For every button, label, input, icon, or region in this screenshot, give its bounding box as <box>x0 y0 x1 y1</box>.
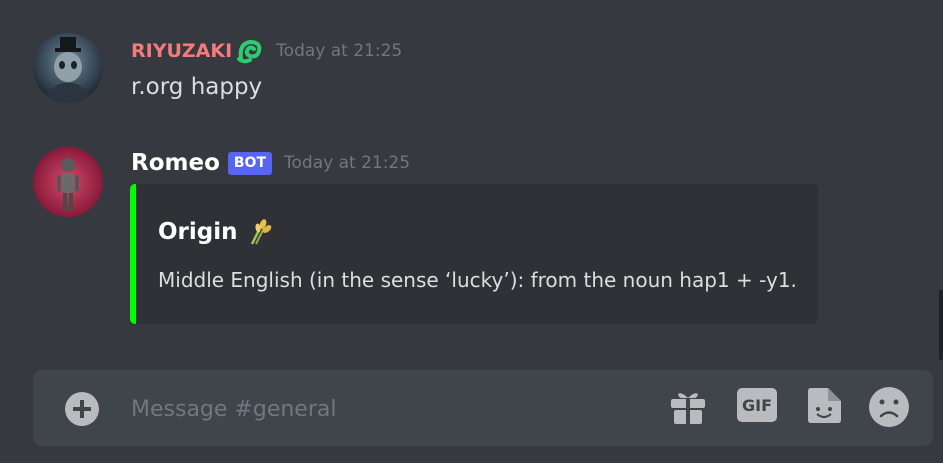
bot-badge: BOT <box>227 151 273 175</box>
embed-title-text: Origin <box>158 219 238 245</box>
green-snake-icon <box>236 38 264 64</box>
embed-title: Origin <box>158 218 272 246</box>
message-input[interactable] <box>129 388 593 430</box>
add-icon[interactable] <box>65 392 99 430</box>
embed: Origin Middle English (in the sense ‘luc… <box>130 184 818 324</box>
author-name[interactable]: Romeo <box>131 150 220 176</box>
avatar-romeo[interactable] <box>33 147 103 217</box>
timestamp: Today at 21:25 <box>276 41 403 61</box>
gif-icon[interactable]: GIF <box>737 388 777 422</box>
emoji-icon[interactable] <box>869 387 909 431</box>
scrollbar[interactable] <box>939 290 943 360</box>
message-composer: GIF <box>33 370 933 446</box>
gift-icon[interactable] <box>669 387 707 431</box>
gif-label: GIF <box>741 395 772 415</box>
author-name[interactable]: RIYUZAKI <box>131 40 232 62</box>
sticker-icon[interactable] <box>806 387 842 429</box>
message-text: r.org happy <box>131 74 263 100</box>
timestamp: Today at 21:25 <box>284 153 411 173</box>
embed-description: Middle English (in the sense ‘lucky’): f… <box>158 268 797 292</box>
avatar-riyuzaki[interactable] <box>33 33 103 103</box>
sheaf-of-rice-icon <box>246 218 272 246</box>
